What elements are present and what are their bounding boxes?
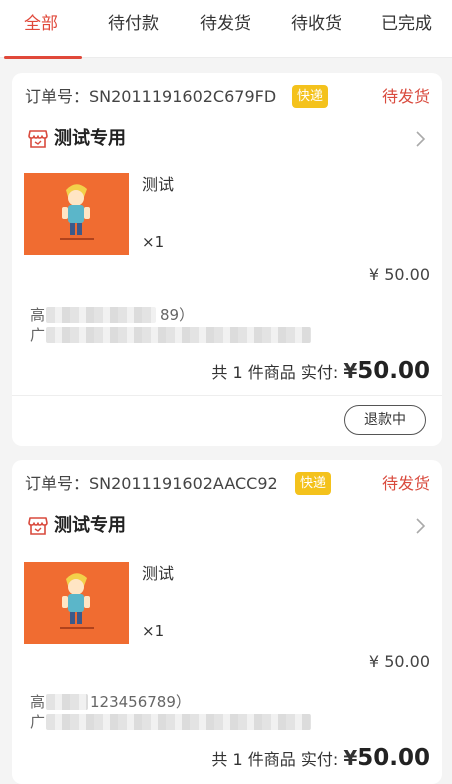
product-title: 测试 bbox=[142, 564, 175, 583]
chevron-right-icon bbox=[416, 518, 426, 534]
address-line-2: 广 bbox=[30, 713, 46, 731]
shipping-address: 高 89） 广 bbox=[30, 301, 320, 347]
blurred-address bbox=[46, 327, 311, 343]
product-image[interactable] bbox=[24, 173, 129, 255]
character-illustration-icon bbox=[60, 573, 94, 629]
address-line-1: 高 bbox=[30, 306, 46, 324]
tab-pending-receipt[interactable]: 待收货 bbox=[291, 12, 342, 36]
order-card[interactable]: 订单号：SN2011191602C679FD 快递 待发货 测试专用 测试 ×1… bbox=[12, 73, 442, 446]
blurred-address bbox=[46, 694, 88, 710]
address-line-2: 广 bbox=[30, 326, 46, 344]
address-line-1-tail: 89） bbox=[160, 306, 195, 324]
total-amount: 50.00 bbox=[357, 358, 430, 384]
tab-all[interactable]: 全部 bbox=[24, 12, 58, 36]
total-prefix: 共 1 件商品 实付: bbox=[211, 363, 344, 382]
tab-pending-payment[interactable]: 待付款 bbox=[108, 12, 159, 36]
total-currency: ¥ bbox=[343, 359, 358, 383]
tab-completed[interactable]: 已完成 bbox=[381, 12, 432, 36]
refund-status-button[interactable]: 退款中 bbox=[344, 405, 426, 435]
total-currency: ¥ bbox=[343, 746, 358, 770]
address-line-1: 高 bbox=[30, 693, 46, 711]
product-price: ¥ 50.00 bbox=[368, 265, 430, 284]
shop-name: 测试专用 bbox=[54, 515, 126, 536]
order-total: 共 1 件商品 实付: ¥50.00 bbox=[211, 355, 430, 387]
express-badge: 快递 bbox=[292, 85, 329, 108]
character-illustration-icon bbox=[60, 184, 94, 240]
order-tabs: 全部 待付款 待发货 待收货 已完成 bbox=[0, 0, 452, 59]
product-quantity: ×1 bbox=[142, 233, 165, 251]
product-quantity: ×1 bbox=[142, 622, 165, 640]
shop-icon bbox=[28, 130, 48, 148]
shop-name: 测试专用 bbox=[54, 128, 126, 149]
shop-icon bbox=[28, 517, 48, 535]
order-number: 订单号：SN2011191602AACC92 bbox=[25, 474, 278, 493]
address-line-1-tail: 123456789） bbox=[90, 693, 191, 711]
product-price: ¥ 50.00 bbox=[368, 652, 430, 671]
card-divider bbox=[12, 395, 442, 396]
tab-pending-shipment[interactable]: 待发货 bbox=[200, 12, 251, 36]
order-status: 待发货 bbox=[381, 474, 430, 493]
active-tab-indicator bbox=[4, 56, 82, 59]
total-prefix: 共 1 件商品 实付: bbox=[211, 750, 344, 769]
shop-row[interactable]: 测试专用 bbox=[28, 512, 428, 540]
order-total: 共 1 件商品 实付: ¥50.00 bbox=[211, 742, 430, 774]
express-badge: 快递 bbox=[295, 472, 332, 495]
blurred-address bbox=[46, 307, 156, 323]
total-amount: 50.00 bbox=[357, 745, 430, 771]
blurred-address bbox=[46, 714, 311, 730]
product-image[interactable] bbox=[24, 562, 129, 644]
shipping-address: 高 123456789） 广 bbox=[30, 688, 320, 734]
shop-row[interactable]: 测试专用 bbox=[28, 125, 428, 153]
order-card[interactable]: 订单号：SN2011191602AACC92 快递 待发货 测试专用 测试 ×1… bbox=[12, 460, 442, 784]
order-status: 待发货 bbox=[381, 87, 430, 106]
product-title: 测试 bbox=[142, 175, 175, 194]
order-number: 订单号：SN2011191602C679FD bbox=[25, 87, 277, 106]
chevron-right-icon bbox=[416, 131, 426, 147]
